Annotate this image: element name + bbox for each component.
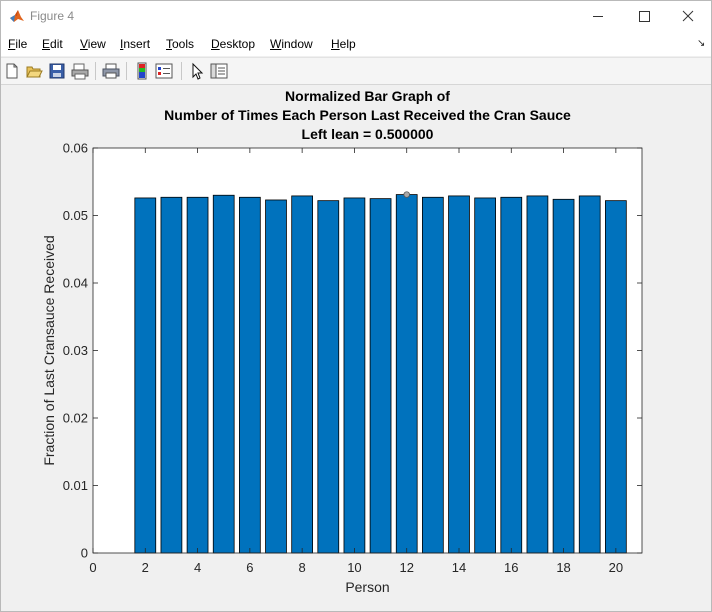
colorbar-icon[interactable] xyxy=(133,62,151,80)
bar xyxy=(291,195,314,554)
menu-window[interactable]: Window xyxy=(270,37,313,51)
new-figure-icon[interactable] xyxy=(3,62,21,80)
chart-title-line: Left lean = 0.500000 xyxy=(302,126,434,142)
window-title: Figure 4 xyxy=(30,9,75,23)
bar xyxy=(369,198,392,554)
title-bar[interactable]: Figure 4 xyxy=(1,1,711,32)
print-preview-icon[interactable] xyxy=(71,62,89,80)
menu-help[interactable]: Help xyxy=(331,37,356,51)
bar xyxy=(317,200,340,554)
close-icon xyxy=(682,10,694,22)
x-tick-label: 14 xyxy=(452,560,466,575)
x-tick-label: 16 xyxy=(504,560,518,575)
y-tick-label: 0.02 xyxy=(63,411,88,426)
open-file-icon[interactable] xyxy=(25,62,43,80)
print-icon[interactable] xyxy=(102,62,120,80)
bar xyxy=(134,197,157,554)
bar xyxy=(578,195,601,554)
matlab-logo-icon xyxy=(10,10,24,22)
y-tick-label: 0.01 xyxy=(63,478,88,493)
x-tick-label: 20 xyxy=(609,560,623,575)
bar-chart: 0 2 4 6 8 10 12 14 16 18 20 0 0.01 0.02 0.03 0.04 0.05 0.… xyxy=(41,88,643,595)
bar xyxy=(474,197,497,554)
menu-file[interactable]: File xyxy=(8,37,27,51)
y-tick-label: 0.05 xyxy=(63,208,88,223)
bar xyxy=(212,194,235,554)
y-axis-label: Fraction of Last Cransauce Received xyxy=(41,235,57,465)
close-button[interactable] xyxy=(665,1,711,32)
x-tick-label: 6 xyxy=(246,560,253,575)
menu-insert[interactable]: Insert xyxy=(120,37,150,51)
bar xyxy=(160,196,183,554)
toolbar-separator xyxy=(181,62,182,80)
bar xyxy=(343,197,366,554)
menu-desktop[interactable]: Desktop xyxy=(211,37,255,51)
figure-window: Figure 4 File Edit View Insert Tools Des… xyxy=(0,0,712,612)
bar xyxy=(186,196,209,554)
figure-toolbar xyxy=(1,57,711,85)
chart-title-line: Number of Times Each Person Last Receive… xyxy=(164,107,571,123)
menu-edit[interactable]: Edit xyxy=(42,37,63,51)
dock-figure-icon[interactable]: ↘ xyxy=(697,38,705,49)
legend-icon[interactable] xyxy=(155,62,173,80)
menu-bar: File Edit View Insert Tools Desktop Wind… xyxy=(1,32,711,56)
pointer-icon[interactable] xyxy=(188,62,206,80)
x-axis-label: Person xyxy=(345,579,389,595)
x-tick-label: 10 xyxy=(347,560,361,575)
minimize-button[interactable] xyxy=(575,1,621,32)
y-tick-label: 0.04 xyxy=(63,276,88,291)
chart-title-line: Normalized Bar Graph of xyxy=(285,88,450,104)
maximize-icon xyxy=(639,11,650,22)
data-tip-marker xyxy=(403,191,410,198)
x-tick-label: 12 xyxy=(399,560,413,575)
bar xyxy=(265,199,287,554)
y-tick-label: 0.03 xyxy=(63,343,88,358)
menu-view[interactable]: View xyxy=(80,37,106,51)
toolbar-separator xyxy=(126,62,127,80)
x-tick-label: 4 xyxy=(194,560,201,575)
bar xyxy=(238,196,261,554)
bar xyxy=(421,196,444,554)
figure-canvas: 0 2 4 6 8 10 12 14 16 18 20 0 0.01 0.02 0.03 0.04 0.05 0.… xyxy=(1,85,711,611)
minimize-icon xyxy=(593,16,603,17)
property-inspector-icon[interactable] xyxy=(210,62,228,80)
bar xyxy=(526,195,549,554)
bar xyxy=(500,196,523,554)
bar xyxy=(605,200,627,554)
y-tick-label: 0.06 xyxy=(63,141,88,156)
x-tick-label: 8 xyxy=(299,560,306,575)
bar xyxy=(552,198,575,554)
toolbar-separator xyxy=(95,62,96,80)
bar xyxy=(448,195,470,554)
maximize-button[interactable] xyxy=(621,1,667,32)
menu-tools[interactable]: Tools xyxy=(166,37,194,51)
y-tick-label: 0 xyxy=(81,546,88,561)
save-icon[interactable] xyxy=(48,62,66,80)
x-tick-label: 2 xyxy=(142,560,149,575)
x-tick-label: 18 xyxy=(556,560,570,575)
x-tick-label: 0 xyxy=(89,560,96,575)
bar xyxy=(395,194,418,554)
